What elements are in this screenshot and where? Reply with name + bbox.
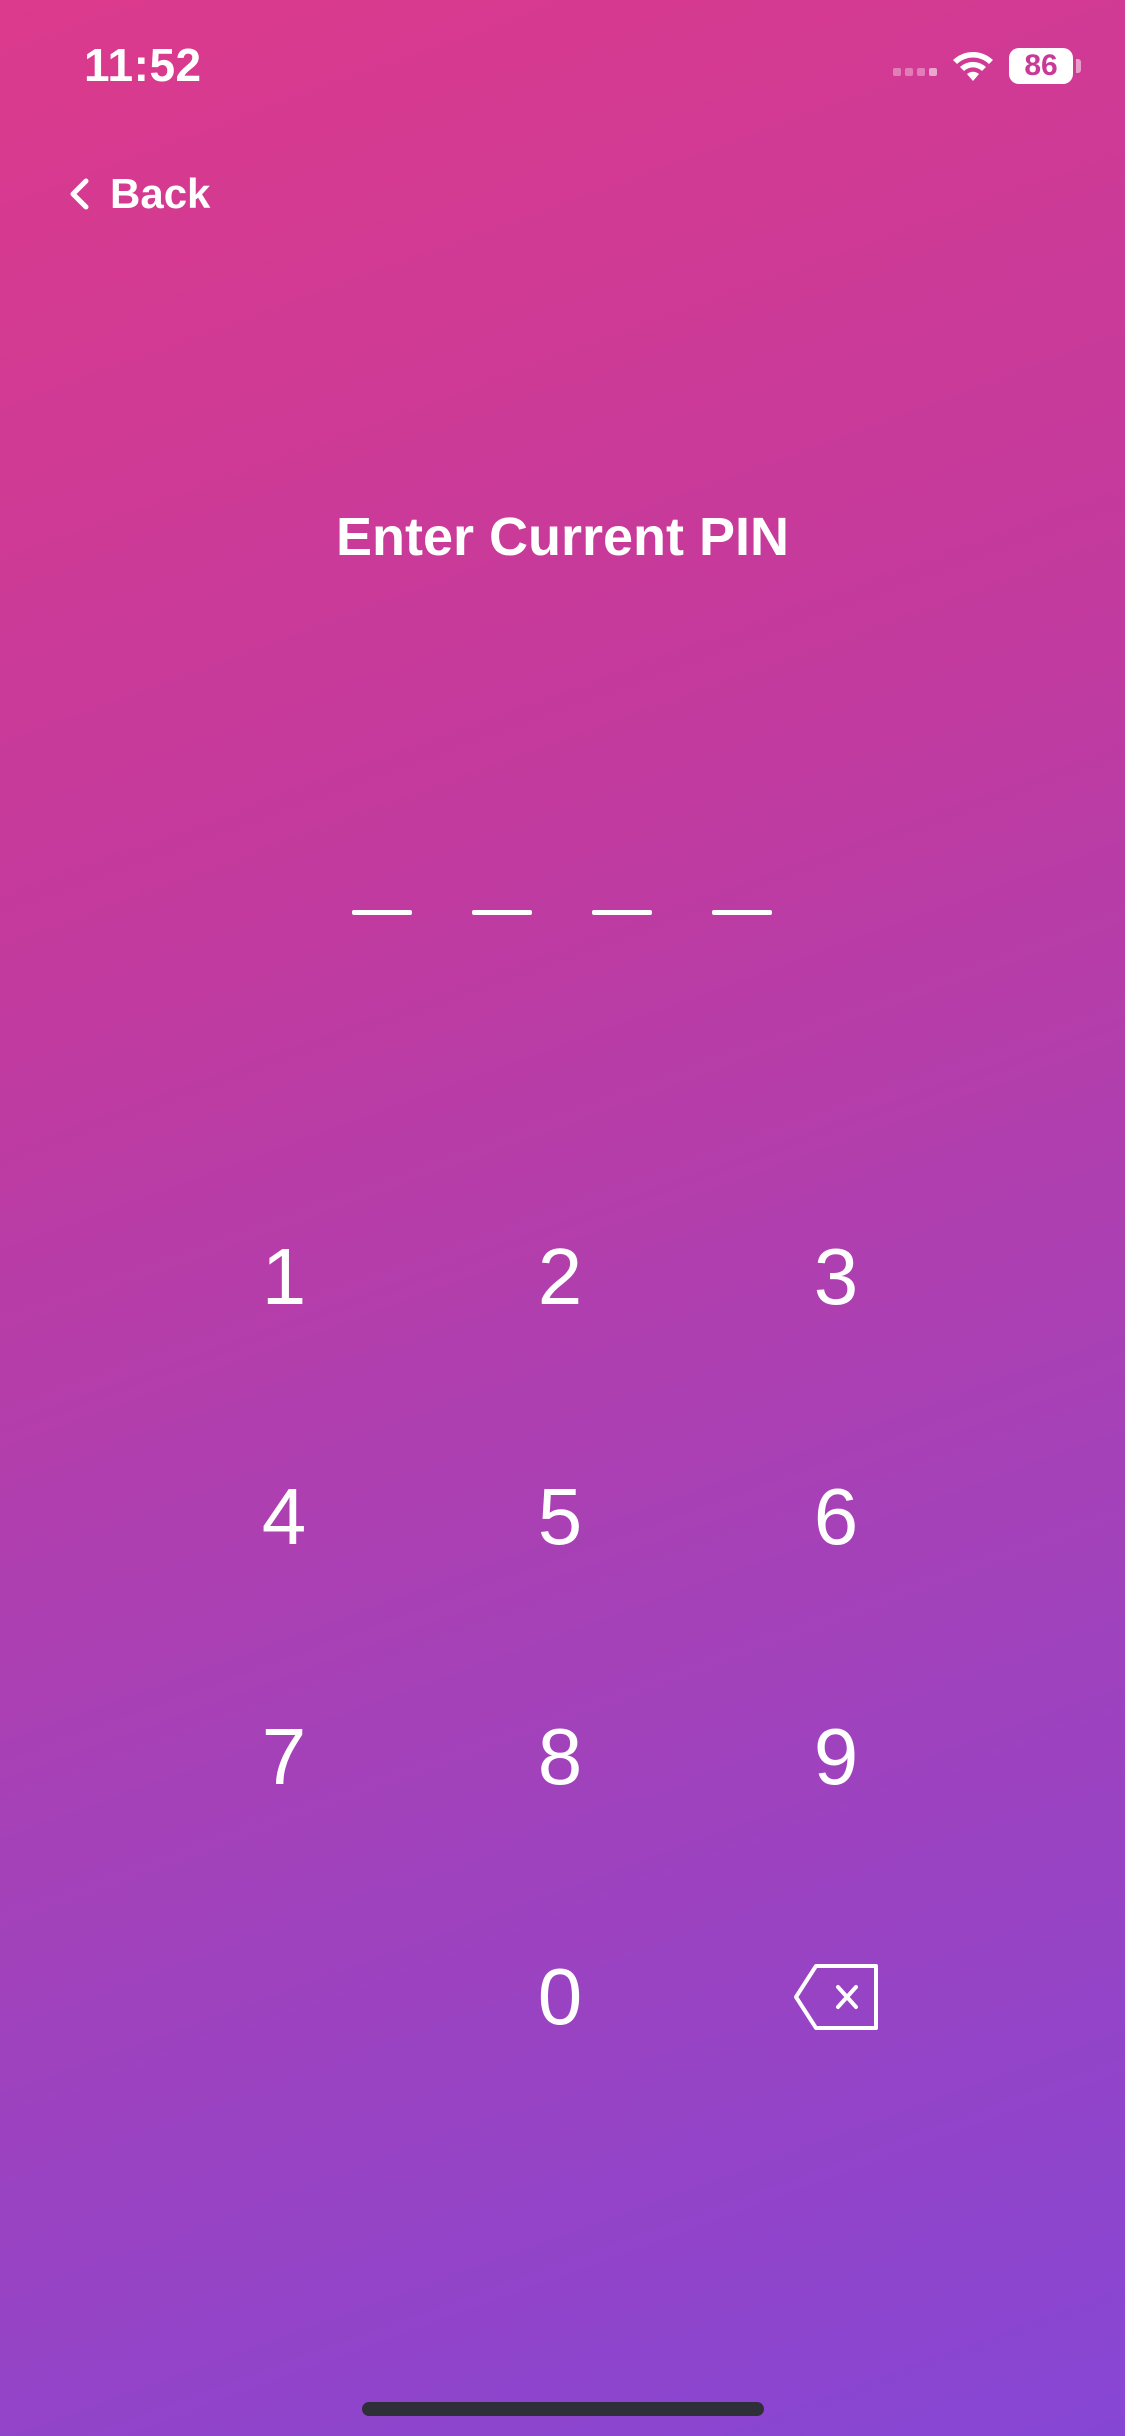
page-title: Enter Current PIN [335, 507, 790, 567]
battery-level: 86 [1009, 48, 1073, 84]
back-button[interactable]: Back [68, 170, 210, 218]
delete-button[interactable] [698, 1877, 974, 2117]
key-6[interactable]: 6 [698, 1397, 974, 1637]
chevron-left-icon [68, 177, 90, 211]
pin-entry-field [352, 910, 772, 915]
pin-slot-4 [712, 910, 772, 915]
pin-slot-3 [592, 910, 652, 915]
battery-icon: 86 [1009, 48, 1081, 84]
wifi-icon [951, 49, 995, 83]
status-icons: 86 [893, 48, 1081, 84]
key-3[interactable]: 3 [698, 1157, 974, 1397]
numeric-keypad: 1 2 3 4 5 6 7 8 9 0 [146, 1157, 976, 2117]
key-1[interactable]: 1 [146, 1157, 422, 1397]
pin-slot-1 [352, 910, 412, 915]
backspace-icon [792, 1962, 880, 2032]
key-8[interactable]: 8 [422, 1637, 698, 1877]
key-2[interactable]: 2 [422, 1157, 698, 1397]
key-9[interactable]: 9 [698, 1637, 974, 1877]
back-label: Back [110, 170, 211, 217]
key-4[interactable]: 4 [146, 1397, 422, 1637]
key-5[interactable]: 5 [422, 1397, 698, 1637]
cellular-signal-icon [893, 56, 937, 76]
key-empty [146, 1877, 422, 2117]
status-bar: 11:52 86 [0, 0, 1125, 140]
key-7[interactable]: 7 [146, 1637, 422, 1877]
pin-slot-2 [472, 910, 532, 915]
status-time: 11:52 [84, 39, 202, 91]
home-indicator[interactable] [362, 2402, 764, 2416]
key-0[interactable]: 0 [422, 1877, 698, 2117]
